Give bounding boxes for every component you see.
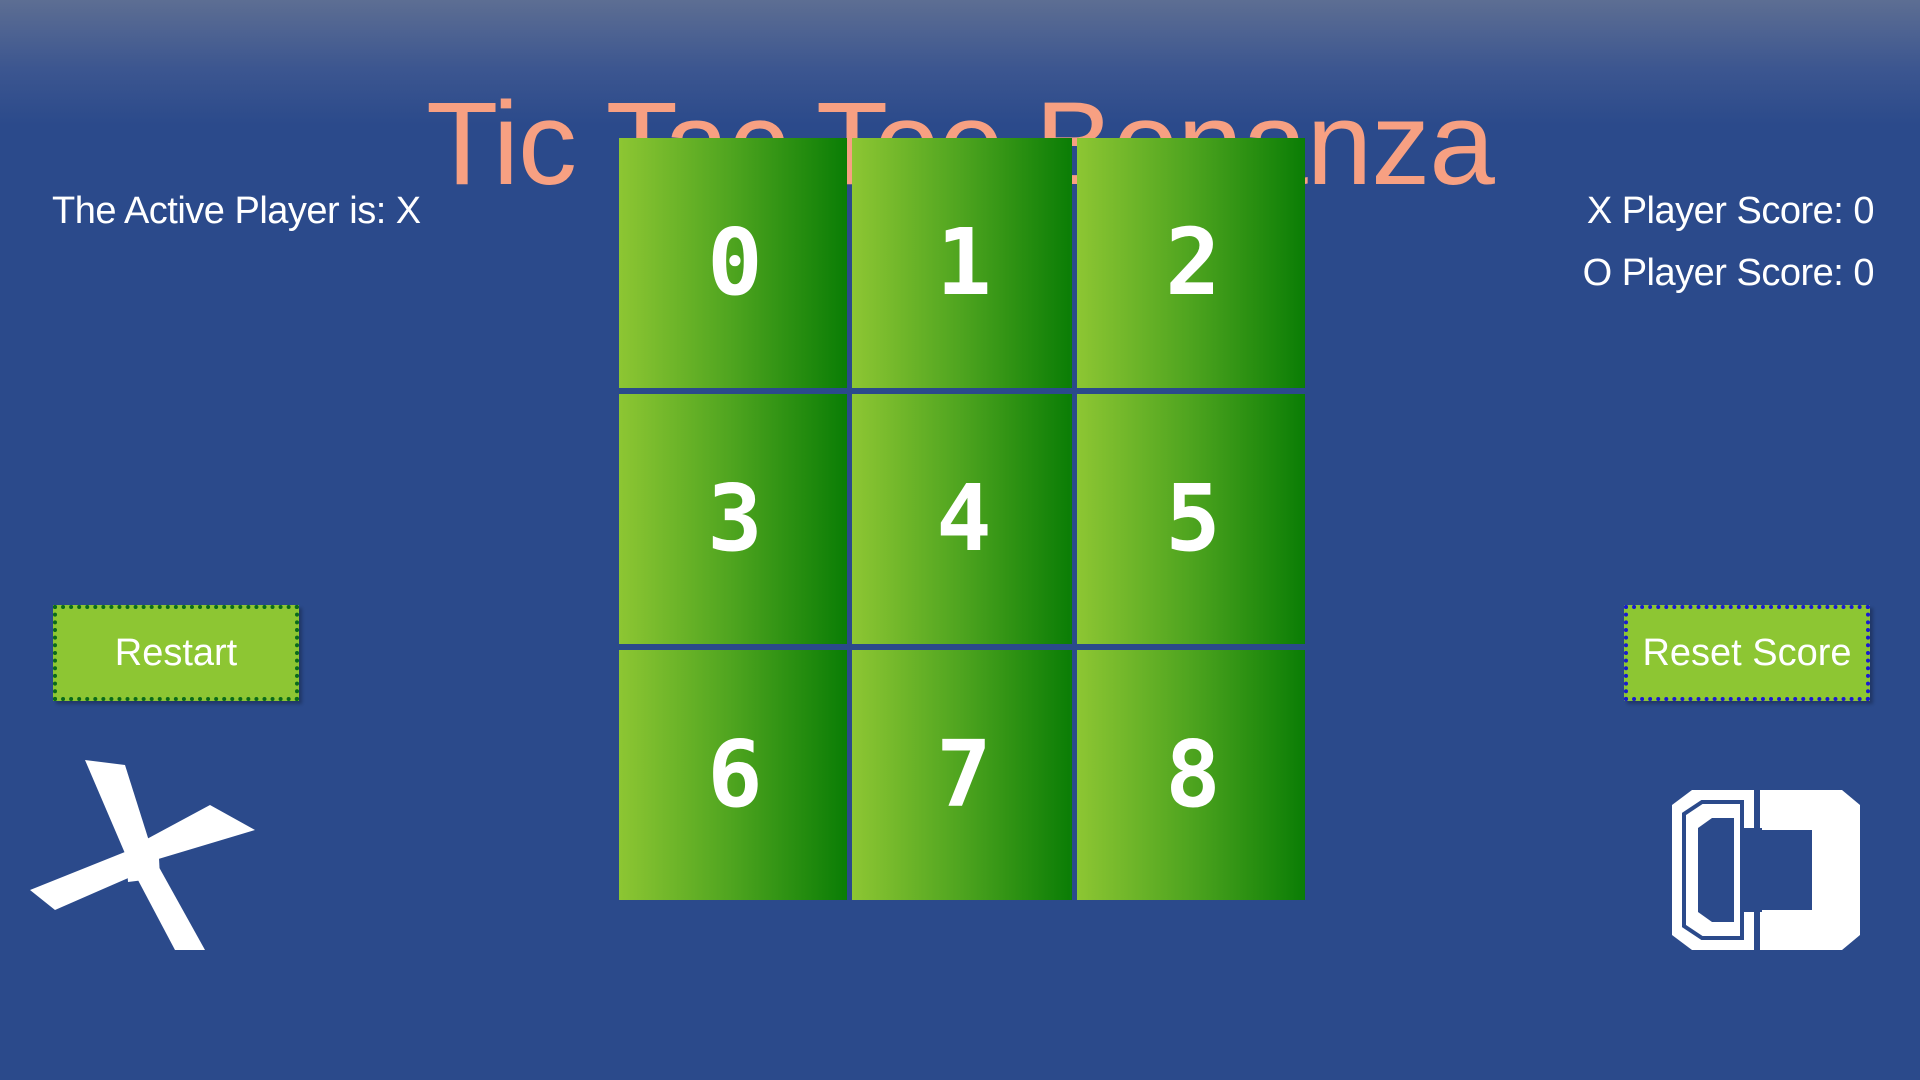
game-board: 0 1 2 3 4 5 6 7 8: [619, 138, 1309, 900]
cell-label: 7: [936, 721, 991, 828]
o-player-score: O Player Score: 0: [1582, 252, 1875, 294]
cell-label: 3: [707, 465, 762, 572]
board-cell-4[interactable]: 4: [852, 394, 1072, 644]
cell-label: 4: [936, 465, 991, 572]
cell-label: 5: [1165, 465, 1220, 572]
board-cell-6[interactable]: 6: [619, 650, 847, 900]
board-cell-2[interactable]: 2: [1077, 138, 1305, 388]
cell-label: 6: [707, 721, 762, 828]
active-player-status: The Active Player is: X: [52, 190, 421, 232]
board-cell-7[interactable]: 7: [852, 650, 1072, 900]
o-icon: [1672, 790, 1860, 950]
board-cell-5[interactable]: 5: [1077, 394, 1305, 644]
cell-label: 8: [1165, 721, 1220, 828]
board-cell-8[interactable]: 8: [1077, 650, 1305, 900]
restart-button[interactable]: Restart: [53, 605, 299, 701]
cell-label: 0: [707, 209, 762, 316]
cell-label: 2: [1165, 209, 1220, 316]
board-cell-0[interactable]: 0: [619, 138, 847, 388]
board-cell-3[interactable]: 3: [619, 394, 847, 644]
reset-score-button[interactable]: Reset Score: [1624, 605, 1870, 701]
x-player-score: X Player Score: 0: [1586, 190, 1875, 232]
x-icon: [30, 760, 255, 950]
board-cell-1[interactable]: 1: [852, 138, 1072, 388]
cell-label: 1: [936, 209, 991, 316]
